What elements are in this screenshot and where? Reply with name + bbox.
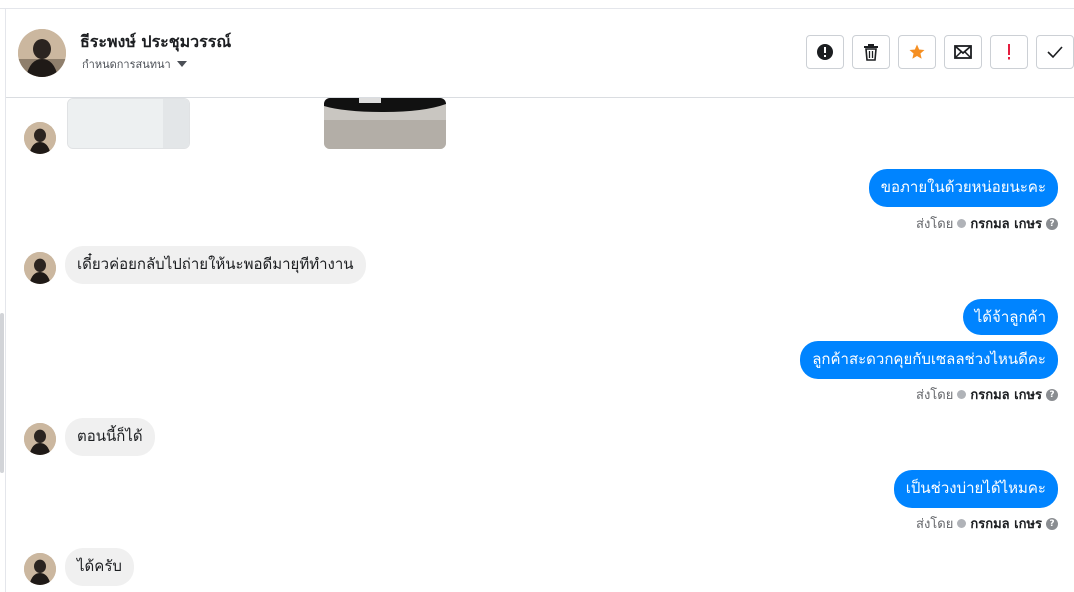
outgoing-message[interactable]: ลูกค้าสะดวกคุยกับเซลลช่วงไหนดีคะ — [800, 341, 1058, 379]
top-bar — [0, 0, 1074, 9]
check-icon — [1047, 46, 1063, 59]
alert-circle-icon — [817, 44, 833, 60]
mark-done-button[interactable] — [1036, 35, 1074, 69]
spam-button[interactable] — [990, 35, 1028, 69]
sent-by-label: ส่งโดย — [916, 517, 954, 532]
page-dot-icon — [957, 390, 967, 399]
scrollbar-thumb[interactable] — [0, 313, 4, 473]
image-attachment[interactable] — [67, 98, 190, 149]
contact-avatar — [24, 423, 56, 455]
conversation-settings-label: กำหนดการสนทนา — [82, 58, 171, 71]
envelope-icon — [954, 45, 972, 59]
left-scrollbar[interactable] — [0, 98, 5, 592]
sent-by-info: ส่งโดย กรกมล เกษร ? — [916, 384, 1058, 405]
contact-name[interactable]: ธีระพงษ์ ประชุมวรรณ์ — [80, 30, 231, 55]
caret-down-icon — [176, 61, 187, 67]
page-dot-icon — [957, 519, 967, 528]
report-button[interactable] — [806, 35, 844, 69]
contact-avatar — [24, 252, 56, 284]
conversation-settings-dropdown[interactable]: กำหนดการสนทนา — [82, 55, 187, 73]
delete-button[interactable] — [852, 35, 890, 69]
contact-avatar[interactable] — [18, 29, 66, 77]
incoming-message[interactable]: ตอนนี้ก็ได้ — [65, 418, 155, 456]
help-icon[interactable]: ? — [1046, 517, 1058, 530]
conversation-header: ธีระพงษ์ ประชุมวรรณ์ กำหนดการสนทนา — [6, 9, 1074, 98]
sent-by-info: ส่งโดย กรกมล เกษร ? — [916, 513, 1058, 534]
page-dot-icon — [957, 219, 967, 228]
star-button[interactable] — [898, 35, 936, 69]
mark-unread-button[interactable] — [944, 35, 982, 69]
image-attachment[interactable] — [324, 98, 446, 149]
exclamation-icon — [1008, 44, 1010, 60]
sent-by-info: ส่งโดย กรกมล เกษร ? — [916, 213, 1058, 234]
sent-by-agent[interactable]: กรกมล เกษร — [970, 213, 1042, 234]
help-icon[interactable]: ? — [1046, 217, 1058, 230]
help-icon[interactable]: ? — [1046, 388, 1058, 401]
incoming-message[interactable]: เดี๋ยวค่อยกลับไปถ่ายให้นะพอดีมายุทีทำงาน — [65, 246, 366, 284]
sent-by-label: ส่งโดย — [916, 217, 954, 232]
sent-by-agent[interactable]: กรกมล เกษร — [970, 513, 1042, 534]
sent-by-agent[interactable]: กรกมล เกษร — [970, 384, 1042, 405]
star-icon — [909, 44, 925, 59]
sent-by-label: ส่งโดย — [916, 388, 954, 403]
outgoing-message[interactable]: ได้จ้าลูกค้า — [962, 299, 1058, 335]
trash-icon — [864, 44, 878, 61]
action-toolbar — [806, 35, 1074, 69]
outgoing-message[interactable]: ขอภายในด้วยหน่อยนะคะ — [868, 169, 1058, 207]
incoming-message[interactable]: ได้ครับ — [65, 548, 134, 586]
contact-avatar — [24, 553, 56, 585]
contact-avatar — [24, 122, 56, 154]
outgoing-message[interactable]: เป็นช่วงบ่ายได้ไหมคะ — [893, 470, 1058, 508]
